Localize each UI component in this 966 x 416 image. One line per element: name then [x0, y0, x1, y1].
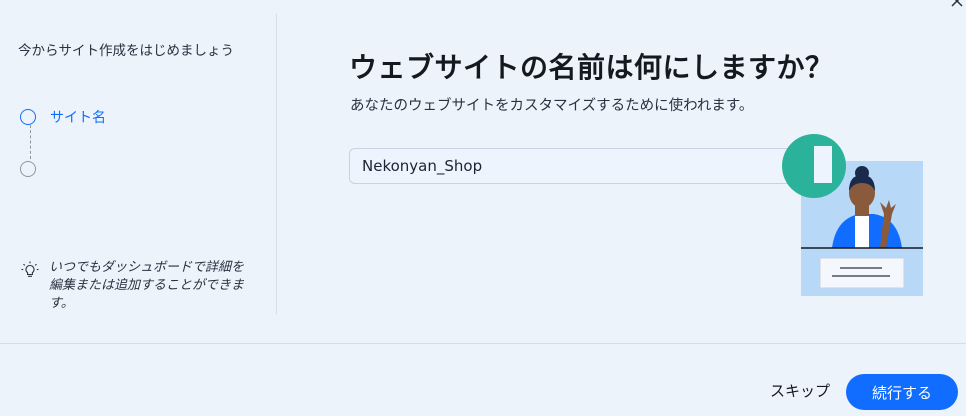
progress-sidebar: 今からサイト作成をはじめましょう サイト名 いつでもダッシュボードで詳細を編集ま…: [0, 0, 276, 313]
sidebar-divider: [276, 14, 277, 314]
step-indicator-pending: [20, 161, 36, 177]
step-indicator-active: [20, 109, 36, 125]
site-name-dialog: 今からサイト作成をはじめましょう サイト名 いつでもダッシュボードで詳細を編集ま…: [0, 0, 966, 416]
page-subtitle: あなたのウェブサイトをカスタマイズするために使われます。: [350, 98, 754, 114]
footer-divider: [0, 343, 966, 344]
lightbulb-icon: [21, 261, 39, 277]
page-title: ウェブサイトの名前は何にしますか？: [349, 51, 834, 84]
tip-text: いつでもダッシュボードで詳細を編集または追加することができます。: [49, 260, 245, 311]
step-next: [20, 161, 36, 177]
site-name-input[interactable]: [349, 148, 829, 184]
person-illustration: [782, 134, 923, 296]
step-site-name: サイト名: [20, 107, 106, 127]
dashboard-tip: いつでもダッシュボードで詳細を編集または追加することができます。: [20, 259, 249, 313]
sidebar-title: 今からサイト作成をはじめましょう: [18, 43, 234, 59]
step-connector: [30, 125, 31, 159]
continue-button[interactable]: 続行する: [846, 374, 958, 410]
skip-button[interactable]: スキップ: [770, 380, 830, 401]
close-icon[interactable]: [950, 0, 964, 8]
step-label: サイト名: [50, 110, 106, 126]
